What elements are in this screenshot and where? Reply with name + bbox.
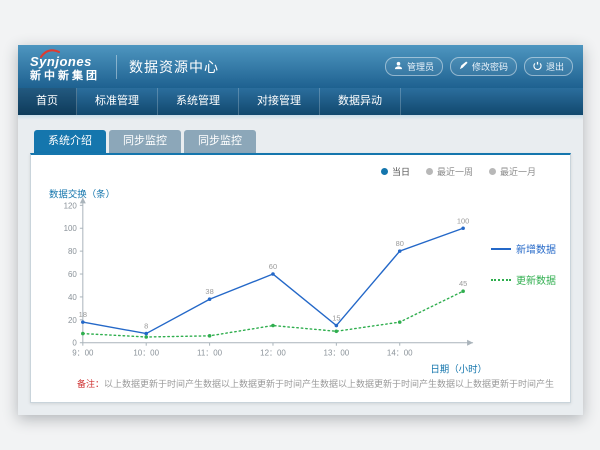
svg-text:38: 38	[205, 287, 213, 296]
series-name: 新增数据	[516, 241, 556, 256]
footnote-text: 以上数据更新于时间产生数据以上数据更新于时间产生数据以上数据更新于时间产生数据以…	[104, 379, 554, 389]
svg-text:0: 0	[72, 339, 77, 348]
main-nav: 首页 标准管理 系统管理 对接管理 数据异动	[18, 88, 583, 115]
chart-row: 数据交换（条） 日期（小时） 0 20 40 60 80 100 120 9：00 10：00 11：…	[45, 185, 556, 377]
series-legend-updated-data[interactable]: 更新数据	[491, 272, 556, 287]
svg-text:120: 120	[64, 201, 78, 210]
dotted-line-icon	[491, 279, 511, 281]
logout-label: 退出	[546, 60, 564, 73]
svg-text:80: 80	[68, 247, 77, 256]
svg-text:45: 45	[459, 279, 467, 288]
svg-text:10：00: 10：00	[133, 349, 159, 358]
logout-icon	[533, 61, 542, 72]
logo[interactable]: Synjones 新中新集团	[28, 52, 104, 82]
svg-text:日期（小时）: 日期（小时）	[430, 364, 487, 376]
svg-text:8: 8	[144, 322, 148, 331]
solid-line-icon	[491, 248, 511, 250]
filter-last-week-label: 最近一周	[437, 165, 473, 178]
change-password-label: 修改密码	[472, 60, 508, 73]
svg-text:12：00: 12：00	[260, 349, 286, 358]
svg-text:20: 20	[68, 316, 77, 325]
svg-text:15: 15	[332, 314, 340, 323]
header-divider	[116, 55, 117, 79]
user-icon	[394, 61, 403, 72]
header-actions: 管理员 修改密码 退出	[385, 57, 573, 76]
time-filter-legend: 当日 最近一周 最近一月	[381, 165, 536, 178]
tab-sync-monitor-1[interactable]: 同步监控	[109, 130, 181, 153]
filter-last-week[interactable]: 最近一周	[426, 165, 473, 178]
app-header: Synjones 新中新集团 数据资源中心 管理员 修改密码	[18, 45, 583, 88]
content-area: 系统介绍 同步监控 同步监控 当日 最近一周 最近一月	[18, 120, 583, 415]
series-name: 更新数据	[516, 272, 556, 287]
svg-text:18: 18	[79, 310, 87, 319]
chart-panel: 当日 最近一周 最近一月 数据交换（条） 日期（小时） 0 20 40 60 80 100 12…	[30, 153, 571, 403]
logout-button[interactable]: 退出	[524, 57, 573, 76]
footnote: 备注：以上数据更新于时间产生数据以上数据更新于时间产生数据以上数据更新于时间产生…	[77, 377, 554, 390]
admin-user-button[interactable]: 管理员	[385, 57, 443, 76]
tab-system-intro[interactable]: 系统介绍	[34, 130, 106, 153]
svg-text:13：00: 13：00	[324, 349, 350, 358]
svg-text:14：00: 14：00	[387, 349, 413, 358]
svg-text:60: 60	[68, 270, 77, 279]
svg-text:11：00: 11：00	[197, 349, 223, 358]
svg-text:100: 100	[64, 224, 78, 233]
nav-item-interface-mgmt[interactable]: 对接管理	[239, 88, 320, 115]
footnote-prefix: 备注：	[77, 379, 104, 389]
nav-item-system-mgmt[interactable]: 系统管理	[158, 88, 239, 115]
svg-text:80: 80	[396, 239, 404, 248]
page-title: 数据资源中心	[129, 57, 219, 77]
svg-text:9：00: 9：00	[72, 349, 94, 358]
filter-today[interactable]: 当日	[381, 165, 410, 178]
nav-item-standard-mgmt[interactable]: 标准管理	[77, 88, 158, 115]
legend-dot-icon	[426, 168, 433, 175]
nav-item-data-change[interactable]: 数据异动	[320, 88, 401, 115]
logo-text: Synjones	[30, 55, 100, 68]
app-window: Synjones 新中新集团 数据资源中心 管理员 修改密码	[18, 45, 583, 415]
series-legend-new-data[interactable]: 新增数据	[491, 241, 556, 256]
filter-last-month[interactable]: 最近一月	[489, 165, 536, 178]
svg-text:60: 60	[269, 262, 277, 271]
admin-user-label: 管理员	[407, 60, 434, 73]
svg-text:100: 100	[457, 216, 469, 225]
svg-text:数据交换（条）: 数据交换（条）	[49, 188, 115, 200]
tab-bar: 系统介绍 同步监控 同步监控	[30, 130, 571, 153]
pencil-icon	[459, 61, 468, 72]
change-password-button[interactable]: 修改密码	[450, 57, 517, 76]
svg-text:40: 40	[68, 293, 77, 302]
tab-sync-monitor-2[interactable]: 同步监控	[184, 130, 256, 153]
desktop-background: Synjones 新中新集团 数据资源中心 管理员 修改密码	[0, 0, 600, 450]
nav-item-home[interactable]: 首页	[18, 88, 77, 115]
line-chart: 数据交换（条） 日期（小时） 0 20 40 60 80 100 120 9：00 10：00 11：…	[45, 185, 489, 377]
logo-subtext: 新中新集团	[30, 71, 100, 82]
legend-dot-icon	[381, 168, 388, 175]
legend-dot-icon	[489, 168, 496, 175]
filter-today-label: 当日	[392, 165, 410, 178]
filter-last-month-label: 最近一月	[500, 165, 536, 178]
series-legend: 新增数据 更新数据	[491, 185, 556, 377]
